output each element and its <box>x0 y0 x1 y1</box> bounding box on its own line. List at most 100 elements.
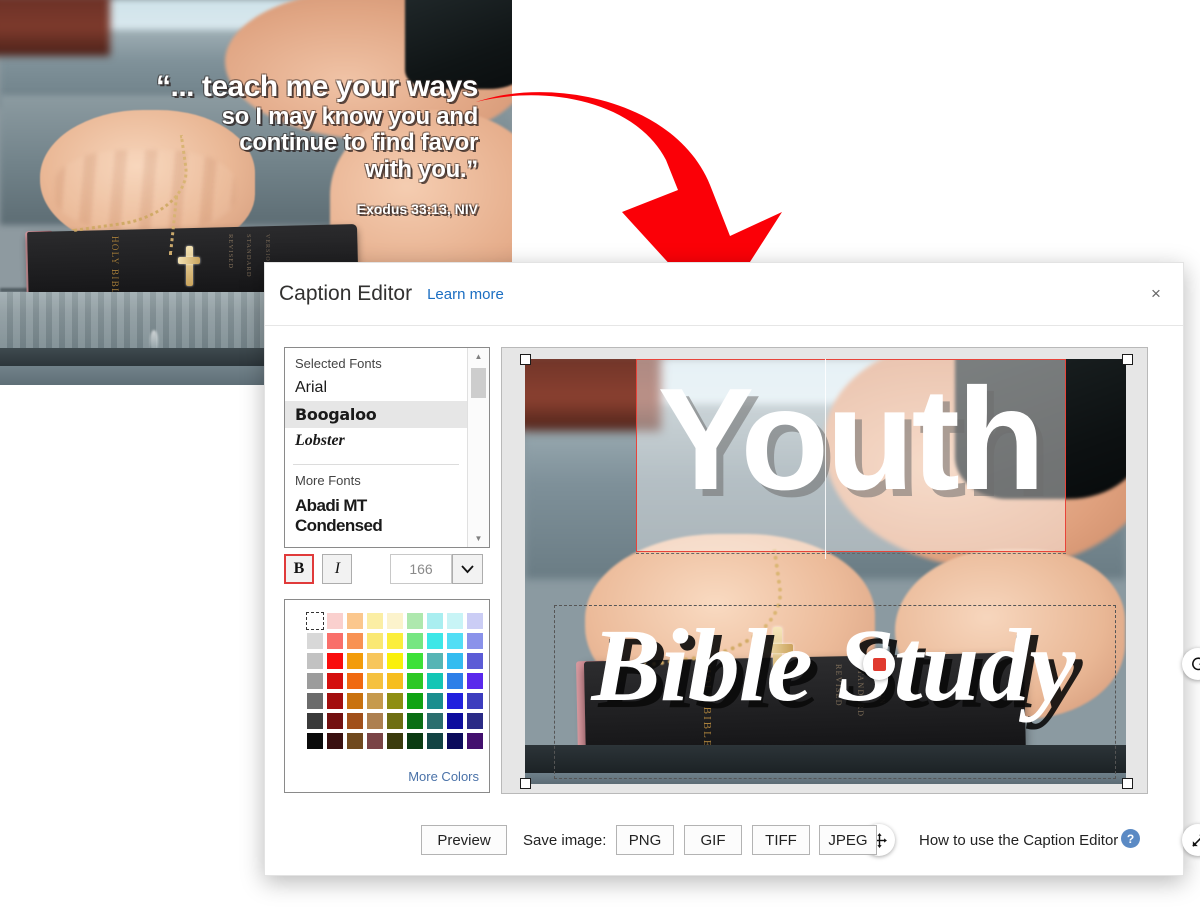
save-gif-button[interactable]: GIF <box>684 825 742 855</box>
color-swatch[interactable] <box>426 672 444 690</box>
color-swatch[interactable] <box>386 612 404 630</box>
preview-button[interactable]: Preview <box>421 825 507 855</box>
canvas-image[interactable]: HOLY BIBLE REVISED STANDARD VERSION Bibl… <box>525 359 1126 784</box>
scroll-up-icon[interactable]: ▲ <box>468 348 489 365</box>
canvas-handle-top-left[interactable] <box>520 354 531 365</box>
color-swatch[interactable] <box>306 652 324 670</box>
color-swatch[interactable] <box>326 692 344 710</box>
canvas-handle-bottom-right[interactable] <box>1122 778 1133 789</box>
color-swatch[interactable] <box>466 712 484 730</box>
color-swatch[interactable] <box>326 712 344 730</box>
color-swatch[interactable] <box>406 692 424 710</box>
color-swatch[interactable] <box>386 692 404 710</box>
chevron-down-icon[interactable] <box>452 554 483 584</box>
color-swatch[interactable] <box>366 652 384 670</box>
font-list-scrollbar[interactable]: ▲ ▼ <box>467 348 489 547</box>
color-swatch[interactable] <box>466 692 484 710</box>
color-swatch[interactable] <box>306 672 324 690</box>
color-swatch[interactable] <box>386 652 404 670</box>
color-swatch[interactable] <box>346 652 364 670</box>
caption-text-youth[interactable]: Youth <box>635 367 1065 512</box>
color-swatch[interactable] <box>446 652 464 670</box>
rotate-handle[interactable] <box>1182 648 1200 680</box>
color-swatch[interactable] <box>466 652 484 670</box>
color-swatch[interactable] <box>306 612 324 630</box>
color-swatch[interactable] <box>346 732 364 750</box>
color-swatch[interactable] <box>346 632 364 650</box>
canvas-handle-bottom-left[interactable] <box>520 778 531 789</box>
font-list-panel[interactable]: Selected Fonts Arial Boogaloo Lobster Mo… <box>284 347 490 548</box>
caption-bottom-bounding-box[interactable] <box>554 605 1116 779</box>
font-size-input[interactable]: 166 <box>390 554 452 584</box>
font-item-boogaloo[interactable]: Boogaloo <box>285 401 467 428</box>
color-swatch[interactable] <box>426 652 444 670</box>
canvas-frame[interactable]: HOLY BIBLE REVISED STANDARD VERSION Bibl… <box>501 347 1148 794</box>
learn-more-link[interactable]: Learn more <box>427 286 504 303</box>
color-swatch[interactable] <box>406 732 424 750</box>
scrollbar-thumb[interactable] <box>471 368 486 398</box>
color-swatch[interactable] <box>386 672 404 690</box>
font-list[interactable]: Selected Fonts Arial Boogaloo Lobster Mo… <box>285 348 467 547</box>
more-colors-link[interactable]: More Colors <box>408 769 479 784</box>
color-swatch[interactable] <box>326 672 344 690</box>
help-icon[interactable]: ? <box>1121 829 1140 848</box>
close-icon[interactable]: × <box>1139 277 1173 311</box>
color-swatch[interactable] <box>466 672 484 690</box>
save-jpeg-button[interactable]: JPEG <box>819 825 877 855</box>
color-swatch[interactable] <box>386 632 404 650</box>
save-png-button[interactable]: PNG <box>616 825 674 855</box>
color-swatch[interactable] <box>366 632 384 650</box>
color-swatch[interactable] <box>366 672 384 690</box>
color-swatch[interactable] <box>386 732 404 750</box>
poster-quote-line-3: continue to find favor <box>239 129 478 157</box>
color-swatch[interactable] <box>386 712 404 730</box>
color-swatch[interactable] <box>426 612 444 630</box>
color-swatch[interactable] <box>346 672 364 690</box>
color-swatch[interactable] <box>366 612 384 630</box>
color-swatch[interactable] <box>306 692 324 710</box>
color-swatch[interactable] <box>366 712 384 730</box>
scroll-down-icon[interactable]: ▼ <box>468 530 489 547</box>
color-swatch-grid[interactable] <box>306 612 484 750</box>
color-swatch[interactable] <box>366 692 384 710</box>
color-swatch[interactable] <box>326 632 344 650</box>
color-swatch[interactable] <box>466 612 484 630</box>
color-swatch[interactable] <box>306 732 324 750</box>
color-swatch[interactable] <box>406 652 424 670</box>
color-swatch[interactable] <box>366 732 384 750</box>
color-swatch[interactable] <box>446 732 464 750</box>
color-palette-panel[interactable]: More Colors <box>284 599 490 793</box>
color-swatch[interactable] <box>426 632 444 650</box>
color-swatch[interactable] <box>346 612 364 630</box>
color-swatch[interactable] <box>446 692 464 710</box>
color-swatch[interactable] <box>406 612 424 630</box>
color-swatch[interactable] <box>306 712 324 730</box>
save-tiff-button[interactable]: TIFF <box>752 825 810 855</box>
color-swatch[interactable] <box>446 632 464 650</box>
color-swatch[interactable] <box>346 692 364 710</box>
font-item-arial[interactable]: Arial <box>285 375 467 401</box>
color-swatch[interactable] <box>426 732 444 750</box>
color-swatch[interactable] <box>446 712 464 730</box>
color-swatch[interactable] <box>326 612 344 630</box>
color-swatch[interactable] <box>446 672 464 690</box>
color-swatch[interactable] <box>466 632 484 650</box>
color-swatch[interactable] <box>446 612 464 630</box>
color-swatch[interactable] <box>426 712 444 730</box>
color-swatch[interactable] <box>306 632 324 650</box>
font-item-abadi-mt-condensed[interactable]: Abadi MT Condensed <box>285 492 467 540</box>
canvas-handle-top-right[interactable] <box>1122 354 1133 365</box>
italic-button[interactable]: I <box>322 554 353 584</box>
color-swatch[interactable] <box>406 672 424 690</box>
color-swatch[interactable] <box>466 732 484 750</box>
color-swatch[interactable] <box>426 692 444 710</box>
color-swatch[interactable] <box>326 732 344 750</box>
color-swatch[interactable] <box>406 632 424 650</box>
color-swatch[interactable] <box>346 712 364 730</box>
color-indicator-handle[interactable] <box>863 648 895 680</box>
color-swatch[interactable] <box>326 652 344 670</box>
bold-button[interactable]: B <box>284 554 314 584</box>
resize-handle[interactable] <box>1182 824 1200 856</box>
color-swatch[interactable] <box>406 712 424 730</box>
font-item-lobster[interactable]: Lobster <box>285 428 467 454</box>
